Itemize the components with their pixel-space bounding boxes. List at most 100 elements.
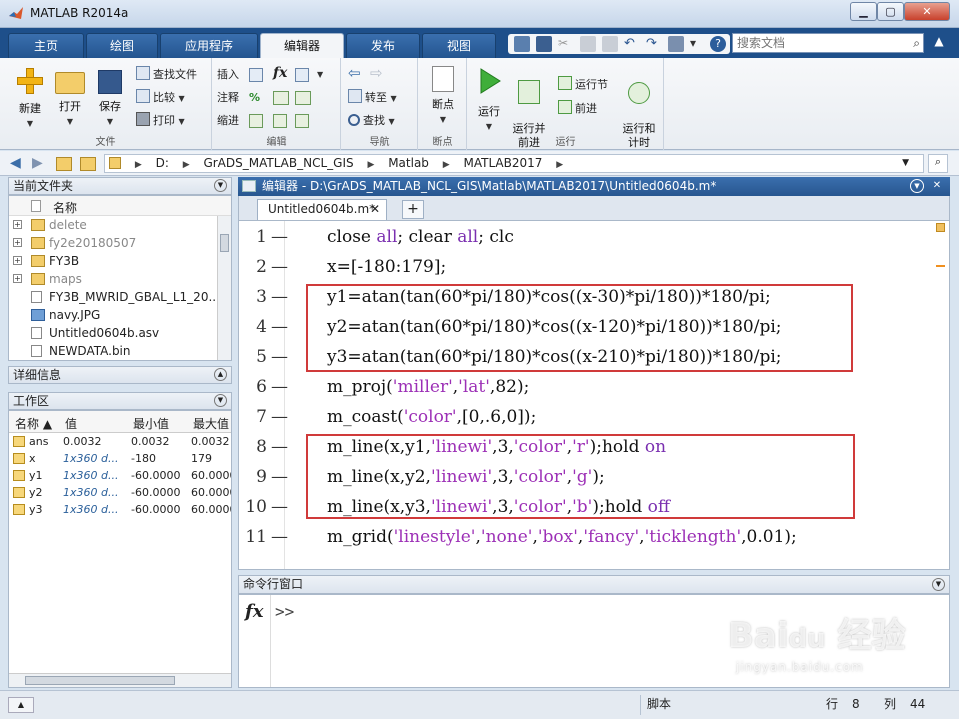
browse-folder-icon[interactable] bbox=[80, 157, 96, 171]
file-list-item[interactable]: + FY3B bbox=[9, 252, 231, 270]
back-arrow-icon[interactable]: ⇦ bbox=[348, 64, 361, 82]
insert-button[interactable]: 插入 bbox=[217, 66, 239, 84]
increase-indent-icon[interactable] bbox=[295, 114, 309, 128]
breakpoints-button[interactable]: 断点 ▼ bbox=[425, 66, 461, 125]
smart-indent-icon[interactable] bbox=[249, 114, 263, 128]
workspace-variable-row[interactable]: y1 1x360 d... -60.0000 60.0000 bbox=[9, 467, 231, 484]
workspace-menu-icon[interactable]: ▼ bbox=[214, 394, 227, 407]
breakpoint-dash-icon[interactable]: — bbox=[271, 372, 288, 402]
ws-col-name[interactable]: 名称 ▲ bbox=[15, 415, 52, 432]
run-button[interactable]: 运行 ▼ bbox=[472, 66, 506, 132]
breakpoint-dash-icon[interactable]: — bbox=[271, 252, 288, 282]
tab-editor[interactable]: 编辑器 bbox=[260, 33, 344, 58]
close-tab-icon[interactable]: ✕ bbox=[370, 200, 380, 219]
workspace-hscrollbar[interactable] bbox=[9, 673, 231, 687]
folder-search-icon[interactable]: ⌕ bbox=[928, 154, 948, 173]
line-number[interactable]: 8 bbox=[245, 432, 267, 462]
tab-publish[interactable]: 发布 bbox=[346, 33, 420, 58]
insert-function-icon[interactable]: fx bbox=[273, 64, 287, 82]
breakpoint-dash-icon[interactable]: — bbox=[271, 282, 288, 312]
workspace-variable-row[interactable]: x 1x360 d... -180 179 bbox=[9, 450, 231, 467]
workspace-variable-row[interactable]: ans 0.0032 0.0032 0.0032 bbox=[9, 433, 231, 450]
editor-file-tab[interactable]: Untitled0604b.m* ✕ bbox=[257, 199, 387, 220]
up-folder-icon[interactable] bbox=[56, 157, 72, 171]
code-line[interactable]: 6— m_proj('miller','lat',82); bbox=[239, 372, 949, 402]
code-line[interactable]: 1— close all; clear all; clc bbox=[239, 222, 949, 252]
path-segment-1[interactable]: GrADS_MATLAB_NCL_GIS bbox=[203, 156, 353, 170]
file-list-item[interactable]: navy.JPG bbox=[9, 306, 231, 324]
switch-windows-icon[interactable] bbox=[668, 36, 684, 52]
file-list-item[interactable]: + maps bbox=[9, 270, 231, 288]
nav-forward-icon[interactable]: ▶ bbox=[32, 155, 43, 171]
decrease-indent-icon[interactable] bbox=[273, 114, 287, 128]
editor-menu-icon[interactable]: ▼ bbox=[910, 179, 924, 193]
line-number[interactable]: 3 bbox=[245, 282, 267, 312]
search-icon[interactable]: ⌕ bbox=[913, 36, 920, 51]
expand-folder-icon[interactable]: + bbox=[13, 220, 22, 229]
run-section-button[interactable]: 运行节 bbox=[558, 76, 608, 94]
expand-folder-icon[interactable]: + bbox=[13, 238, 22, 247]
search-input[interactable] bbox=[733, 34, 903, 52]
cut-icon[interactable]: ✂ bbox=[558, 36, 574, 52]
comment-percent-icon[interactable]: % bbox=[249, 89, 260, 107]
close-button[interactable]: ✕ bbox=[904, 2, 950, 21]
path-segment-2[interactable]: Matlab bbox=[388, 156, 429, 170]
expand-folder-icon[interactable]: + bbox=[13, 256, 22, 265]
undo-icon[interactable]: ↶ bbox=[624, 36, 640, 52]
forward-arrow-icon[interactable]: ⇨ bbox=[370, 64, 383, 82]
code-line[interactable]: 7— m_coast('color',[0,.6,0]); bbox=[239, 402, 949, 432]
workspace-variable-row[interactable]: y3 1x360 d... -60.0000 60.0000 bbox=[9, 501, 231, 518]
scroll-thumb[interactable] bbox=[25, 676, 175, 685]
nav-back-icon[interactable]: ◀ bbox=[10, 155, 21, 171]
code-line[interactable]: 2— x=[-180:179]; bbox=[239, 252, 949, 282]
save-icon[interactable] bbox=[536, 36, 552, 52]
file-list-item[interactable]: NEWDATA.bin bbox=[9, 342, 231, 360]
paste-icon[interactable] bbox=[602, 36, 618, 52]
file-list-item[interactable]: FY3B_MWRID_GBAL_L1_20... bbox=[9, 288, 231, 306]
line-number[interactable]: 2 bbox=[245, 252, 267, 282]
find-button[interactable]: 查找 ▼ bbox=[348, 112, 395, 130]
print-button[interactable]: 打印 ▼ bbox=[136, 112, 185, 130]
line-number[interactable]: 10 bbox=[245, 492, 267, 522]
editor-close-icon[interactable]: ✕ bbox=[930, 179, 944, 193]
breakpoint-dash-icon[interactable]: — bbox=[271, 432, 288, 462]
new-button[interactable]: 新建 ▼ bbox=[10, 66, 50, 129]
uncomment-icon[interactable] bbox=[273, 91, 289, 105]
line-number[interactable]: 1 bbox=[245, 222, 267, 252]
expand-folder-icon[interactable]: + bbox=[13, 274, 22, 283]
line-number[interactable]: 11 bbox=[245, 522, 267, 552]
path-field[interactable]: ▶ D: ▶ GrADS_MATLAB_NCL_GIS ▶ Matlab ▶ M… bbox=[104, 154, 924, 173]
workspace-variable-row[interactable]: y2 1x360 d... -60.0000 60.0000 bbox=[9, 484, 231, 501]
line-number[interactable]: 5 bbox=[245, 342, 267, 372]
scroll-thumb[interactable] bbox=[220, 234, 229, 252]
file-list-item[interactable]: Untitled0604b.asv bbox=[9, 324, 231, 342]
path-segment-drive[interactable]: D: bbox=[156, 156, 169, 170]
function-browser-icon[interactable]: fx bbox=[245, 601, 263, 622]
ws-col-max[interactable]: 最大值 bbox=[193, 415, 229, 432]
insert-section-icon[interactable] bbox=[249, 68, 263, 82]
breakpoint-dash-icon[interactable]: — bbox=[271, 462, 288, 492]
ws-col-value[interactable]: 值 bbox=[65, 415, 77, 432]
save-button[interactable]: 保存 ▼ bbox=[92, 66, 128, 127]
insert-menu-icon[interactable] bbox=[295, 68, 309, 82]
tab-home[interactable]: 主页 bbox=[8, 33, 84, 58]
tab-apps[interactable]: 应用程序 bbox=[160, 33, 258, 58]
advance-button[interactable]: 前进 bbox=[558, 100, 597, 118]
analyzer-marker[interactable] bbox=[936, 265, 945, 267]
line-number[interactable]: 4 bbox=[245, 312, 267, 342]
help-icon[interactable]: ? bbox=[710, 36, 726, 52]
breakpoint-dash-icon[interactable]: — bbox=[271, 312, 288, 342]
tab-plots[interactable]: 绘图 bbox=[86, 33, 158, 58]
command-window-menu-icon[interactable]: ▼ bbox=[932, 578, 945, 591]
new-tab-button[interactable]: + bbox=[402, 200, 424, 219]
maximize-button[interactable]: ▢ bbox=[877, 2, 904, 21]
path-segment-3[interactable]: MATLAB2017 bbox=[464, 156, 543, 170]
line-number[interactable]: 6 bbox=[245, 372, 267, 402]
code-editor[interactable]: 1— close all; clear all; clc 2— x=[-180:179… bbox=[238, 220, 950, 570]
copy-icon[interactable] bbox=[580, 36, 596, 52]
line-number[interactable]: 9 bbox=[245, 462, 267, 492]
analyzer-warning-icon[interactable] bbox=[936, 223, 945, 232]
file-list-item[interactable]: + delete bbox=[9, 216, 231, 234]
breakpoint-dash-icon[interactable]: — bbox=[271, 222, 288, 252]
find-files-button[interactable]: 查找文件 bbox=[136, 66, 197, 84]
